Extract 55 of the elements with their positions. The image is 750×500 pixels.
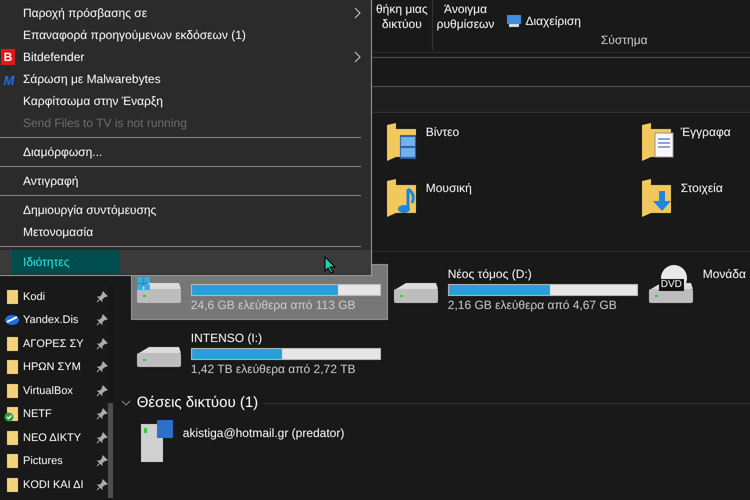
- manage-button[interactable]: Διαχείριση: [504, 12, 583, 30]
- menu-item[interactable]: Καρφίτσωμα στην Έναρξη: [0, 90, 371, 112]
- menu-item[interactable]: Ιδιότητες: [0, 250, 371, 274]
- sidebar-item[interactable]: Kodi: [0, 285, 108, 308]
- menu-item[interactable]: Παροχή πρόσβασης σε: [0, 2, 371, 24]
- menu-item[interactable]: B Bitdefender: [0, 46, 371, 68]
- app-logo-icon: B: [1, 49, 15, 65]
- sidebar-item[interactable]: Yandex.Dis: [0, 308, 108, 332]
- folder-name: Έγγραφα: [680, 124, 731, 141]
- drive-name: Μονάδα: [702, 267, 746, 282]
- folder-icon: [4, 430, 20, 446]
- cloud-disk-icon: [4, 313, 20, 328]
- folder-name: Στοιχεία: [680, 180, 723, 197]
- folder-icon: [4, 476, 20, 493]
- ribbon-group-label: Σύστημα: [600, 33, 648, 47]
- network-location-name: akistiga@hotmail.gr (predator): [182, 424, 344, 442]
- menu-item[interactable]: Μετονομασία: [0, 221, 371, 243]
- free-space-text: 24,6 GB ελεύθερα από 113 GB: [190, 298, 357, 313]
- free-space-text: 1,42 TB ελεύθερα από 2,72 TB: [190, 362, 357, 377]
- drive-tile[interactable]: INTENSO (I:) 1,42 TB ελεύθερα από 2,72 TB: [130, 328, 388, 384]
- ribbon-button[interactable]: Άνοιγμα ρυθμίσεων: [432, 0, 498, 34]
- folder-name: Μουσική: [426, 180, 472, 197]
- menu-item[interactable]: Διαμόρφωση...: [0, 141, 371, 163]
- drive-tile[interactable]: Νέος τόμος (D:) 2,16 GB ελεύθερα από 4,67 GB: [388, 264, 643, 320]
- sidebar-item[interactable]: NETF: [0, 402, 108, 426]
- ribbon-button[interactable]: θήκη μιας δικτύου: [372, 0, 432, 34]
- network-location[interactable]: akistiga@hotmail.gr (predator): [136, 418, 750, 464]
- windows-logo-icon: [136, 277, 150, 290]
- menu-item[interactable]: Επαναφορά προηγούμενων εκδόσεων (1): [0, 24, 371, 46]
- computer-icon: [506, 14, 522, 28]
- sidebar-item[interactable]: Pictures: [0, 450, 108, 473]
- folder-icon: [4, 453, 20, 470]
- folder-icon: [4, 288, 20, 305]
- folder-icon: [640, 123, 675, 163]
- sidebar-item[interactable]: KODI ΚΑΙ ΔΙ: [0, 473, 108, 496]
- section-header: Θέσεις δικτύου (1): [136, 393, 258, 413]
- disc-label: DVD: [658, 279, 684, 291]
- free-space-text: 2,16 GB ελεύθερα από 4,67 GB: [448, 298, 618, 313]
- sidebar-item[interactable]: ΝΕΟ ΔΙΚΤΥ: [0, 426, 108, 450]
- menu-item[interactable]: M Σάρωση με Malwarebytes: [0, 68, 371, 90]
- folder-icon: [4, 359, 20, 376]
- menu-item[interactable]: Δημιουργία συντόμευσης: [0, 199, 371, 221]
- drive-name: Νέος τόμος (D:): [448, 267, 533, 282]
- sidebar-item[interactable]: ΗΡΩΝ ΣΥΜ: [0, 356, 108, 379]
- sidebar-item[interactable]: VirtualBox: [0, 379, 108, 402]
- folder-name: Βίντεο: [426, 124, 460, 141]
- folder-icon: [4, 382, 20, 399]
- mouse-pointer-icon: [324, 256, 336, 274]
- drive-name: INTENSO (I:): [190, 331, 264, 346]
- folder-icon: [4, 336, 20, 352]
- chevron-icon[interactable]: [120, 399, 131, 408]
- drive-tile[interactable]: DVD Μονάδα: [642, 264, 750, 320]
- synced-folder-icon: [4, 406, 20, 422]
- menu-item[interactable]: Αντιγραφή: [0, 170, 371, 192]
- sidebar-item[interactable]: ΑΓΟΡΕΣ ΣΥ: [0, 332, 108, 356]
